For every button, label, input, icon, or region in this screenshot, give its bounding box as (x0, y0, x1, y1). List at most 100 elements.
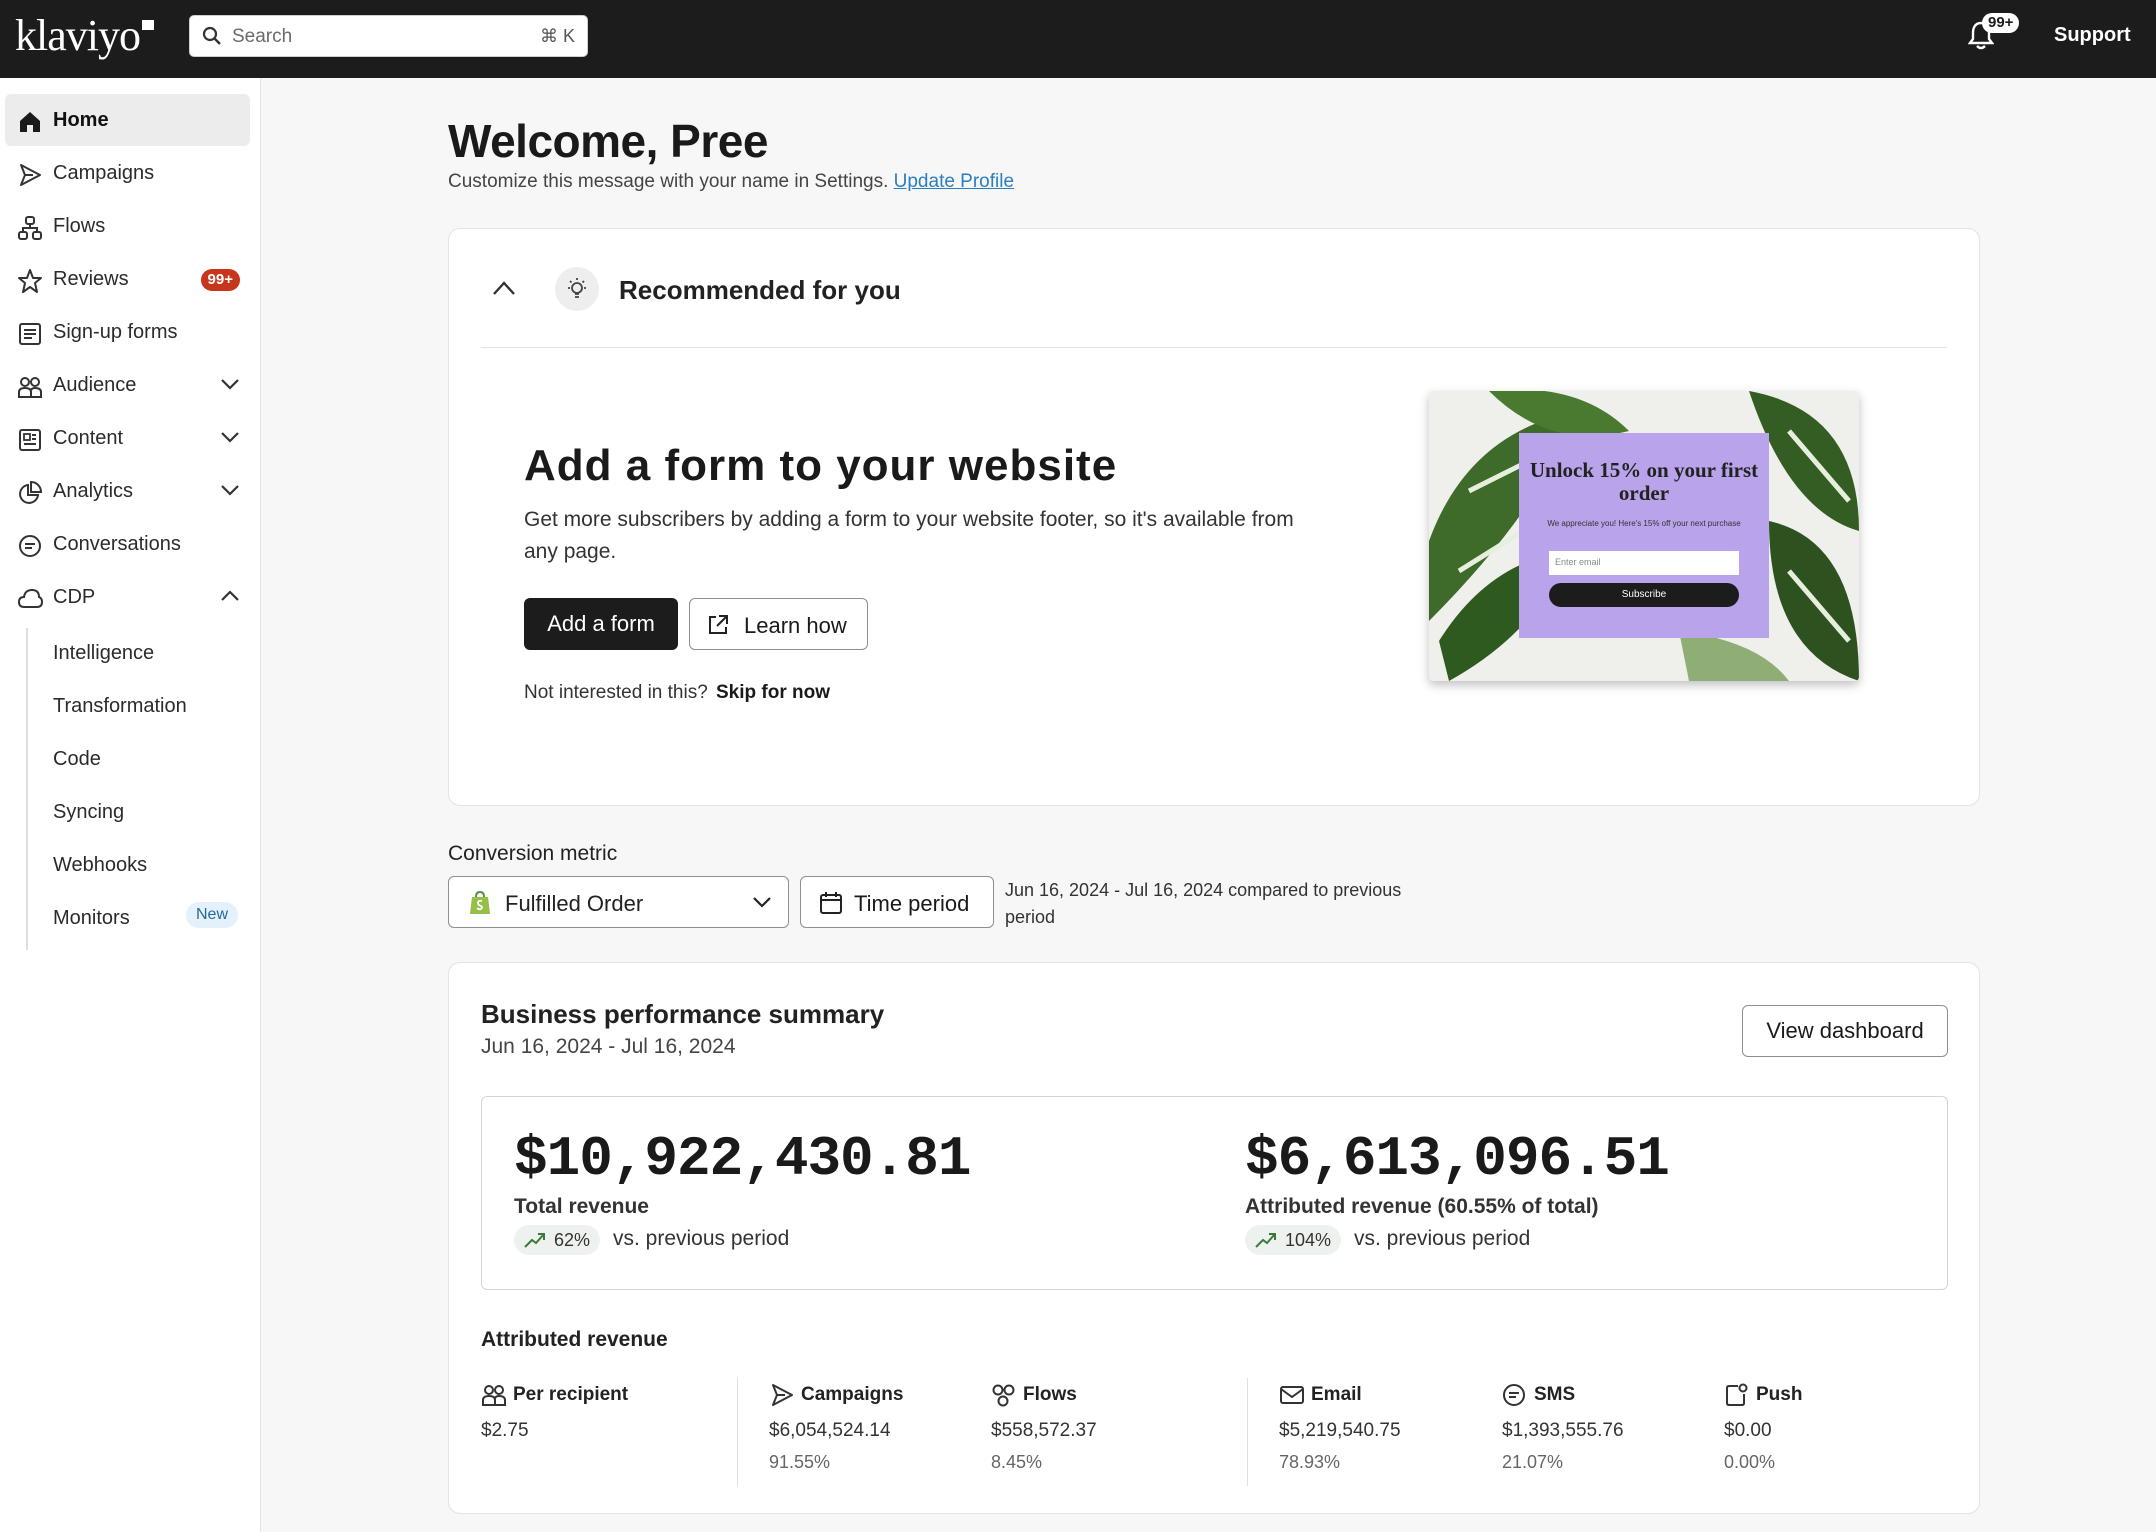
sidebar-item-analytics[interactable]: Analytics (5, 465, 250, 517)
metric-label: Email (1311, 1384, 1362, 1405)
sidebar-item-label: Content (53, 427, 124, 449)
conversion-metric-label: Conversion metric (448, 842, 618, 865)
search-icon (202, 26, 221, 45)
sidebar-subitem-code[interactable]: Code (53, 748, 101, 771)
content-icon (19, 429, 41, 451)
external-link-icon (709, 615, 728, 634)
divider (1247, 1378, 1248, 1486)
time-period-label: Time period (854, 891, 970, 916)
collapse-chevron-icon[interactable] (491, 279, 517, 297)
logo-text: klaviyo (15, 11, 141, 60)
time-period-button[interactable]: Time period (800, 876, 994, 928)
people-icon (18, 377, 42, 398)
mail-icon (1280, 1386, 1304, 1404)
revenue-summary-box: $10,922,430.81 Total revenue 62% vs. pre… (481, 1096, 1948, 1290)
performance-title: Business performance summary (481, 999, 885, 1029)
recommendation-heading: Add a form to your website (524, 441, 1118, 490)
metric-label: Push (1756, 1384, 1803, 1405)
sidebar-subitem-webhooks[interactable]: Webhooks (53, 854, 147, 877)
sidebar-subitem-monitors[interactable]: Monitors (53, 907, 130, 930)
send-icon (772, 1384, 793, 1406)
sidebar-item-label: Flows (53, 215, 106, 237)
metric-value: $5,219,540.75 (1279, 1420, 1401, 1441)
metric-percent: 0.00% (1724, 1452, 1776, 1472)
customize-message: Customize this message with your name in… (448, 171, 1014, 193)
sidebar-item-label: CDP (53, 586, 96, 608)
sidebar-subitem-transformation[interactable]: Transformation (53, 695, 187, 718)
logo-flag-icon (141, 20, 154, 30)
form-icon (19, 323, 41, 345)
sidebar-item-cdp[interactable]: CDP (5, 571, 250, 623)
sidebar-item-label: Campaigns (53, 162, 155, 184)
chat-icon (19, 535, 41, 557)
sidebar-item-audience[interactable]: Audience (5, 359, 250, 411)
metric-percent: 78.93% (1279, 1452, 1341, 1472)
main-content: Welcome, Pree Customize this message wit… (262, 78, 2156, 1532)
attributed-revenue-change: 104% (1245, 1225, 1342, 1255)
date-range-note: Jun 16, 2024 - Jul 16, 2024 compared to … (1005, 880, 1402, 927)
learn-how-button[interactable]: Learn how (689, 598, 868, 650)
metric-label: Flows (1023, 1384, 1077, 1405)
chevron-down-icon (221, 432, 239, 443)
sidebar-item-campaigns[interactable]: Campaigns (5, 147, 250, 199)
lightbulb-icon (568, 278, 586, 298)
metric-value: $0.00 (1724, 1420, 1772, 1441)
star-icon (18, 269, 42, 293)
calendar-icon (820, 892, 842, 914)
update-profile-link[interactable]: Update Profile (894, 171, 1014, 192)
customize-text: Customize this message with your name in… (448, 171, 889, 192)
conversion-metric-select[interactable]: Fulfilled Order (448, 876, 789, 928)
total-revenue-vs: vs. previous period (613, 1227, 790, 1250)
sidebar-item-conversations[interactable]: Conversations (5, 518, 250, 570)
attributed-revenue-amount: $6,613,096.51 (1245, 1127, 1670, 1191)
new-badge: New (185, 902, 238, 928)
lightbulb-icon-bg (555, 267, 599, 311)
sidebar-item-label: Conversations (53, 533, 181, 555)
trend-up-icon (1255, 1233, 1276, 1248)
performance-date-range: Jun 16, 2024 - Jul 16, 2024 (481, 1035, 736, 1058)
support-link[interactable]: Support (2054, 24, 2131, 47)
learn-how-label: Learn how (744, 613, 847, 638)
metric-percent: 91.55% (769, 1452, 831, 1472)
metric-value: $6,054,524.14 (769, 1420, 891, 1441)
skip-for-now-link[interactable]: Skip for now (716, 682, 830, 704)
add-form-button[interactable]: Add a form (524, 598, 678, 650)
klaviyo-logo[interactable]: klaviyo (15, 12, 154, 60)
flows-icon (18, 216, 42, 240)
sidebar-item-label: Home (53, 109, 109, 131)
page-title: Welcome, Pree (448, 115, 768, 167)
sidebar-item-label: Analytics (53, 480, 134, 502)
sidebar-subitem-intelligence[interactable]: Intelligence (53, 642, 154, 665)
metric-label: SMS (1534, 1384, 1576, 1405)
chevron-up-icon (221, 590, 239, 601)
total-revenue-label: Total revenue (514, 1195, 649, 1218)
trend-up-icon (524, 1233, 545, 1248)
metric-value: $2.75 (481, 1420, 529, 1441)
selected-metric: Fulfilled Order (505, 891, 644, 916)
sidebar-item-label: Reviews (53, 268, 129, 290)
recommendation-description: Get more subscribers by adding a form to… (524, 508, 1294, 563)
form-preview-image: Unlock 15% on your first order We apprec… (1429, 391, 1859, 681)
sidebar-subitem-syncing[interactable]: Syncing (53, 801, 124, 824)
total-revenue-change: 62% (514, 1225, 601, 1255)
cloud-icon (17, 588, 43, 608)
popup-subtext: We appreciate you! Here's 15% off your n… (1547, 519, 1741, 528)
business-performance-card: Business performance summary Jun 16, 202… (448, 962, 1980, 1514)
sidebar-item-home[interactable]: Home (5, 94, 250, 146)
popup-subscribe-button: Subscribe (1549, 583, 1739, 607)
search-placeholder: Search (232, 26, 293, 47)
view-dashboard-button[interactable]: View dashboard (1742, 1005, 1948, 1057)
chat-icon (1503, 1384, 1525, 1406)
sidebar-item-flows[interactable]: Flows (5, 200, 250, 252)
search-input[interactable]: Search ⌘ K (189, 15, 588, 57)
popup-email-input: Enter email (1549, 551, 1739, 575)
sidebar-item-content[interactable]: Content (5, 412, 250, 464)
sidebar-item-signup-forms[interactable]: Sign-up forms (5, 306, 250, 358)
metric-value: $558,572.37 (991, 1420, 1097, 1441)
send-icon (20, 164, 41, 186)
flows-icon (992, 1384, 1015, 1407)
attributed-revenue-label: Attributed revenue (60.55% of total) (1245, 1195, 1599, 1218)
sidebar-item-reviews[interactable]: Reviews 99+ (5, 253, 250, 305)
divider (737, 1378, 738, 1486)
reviews-count-badge: 99+ (200, 269, 240, 291)
